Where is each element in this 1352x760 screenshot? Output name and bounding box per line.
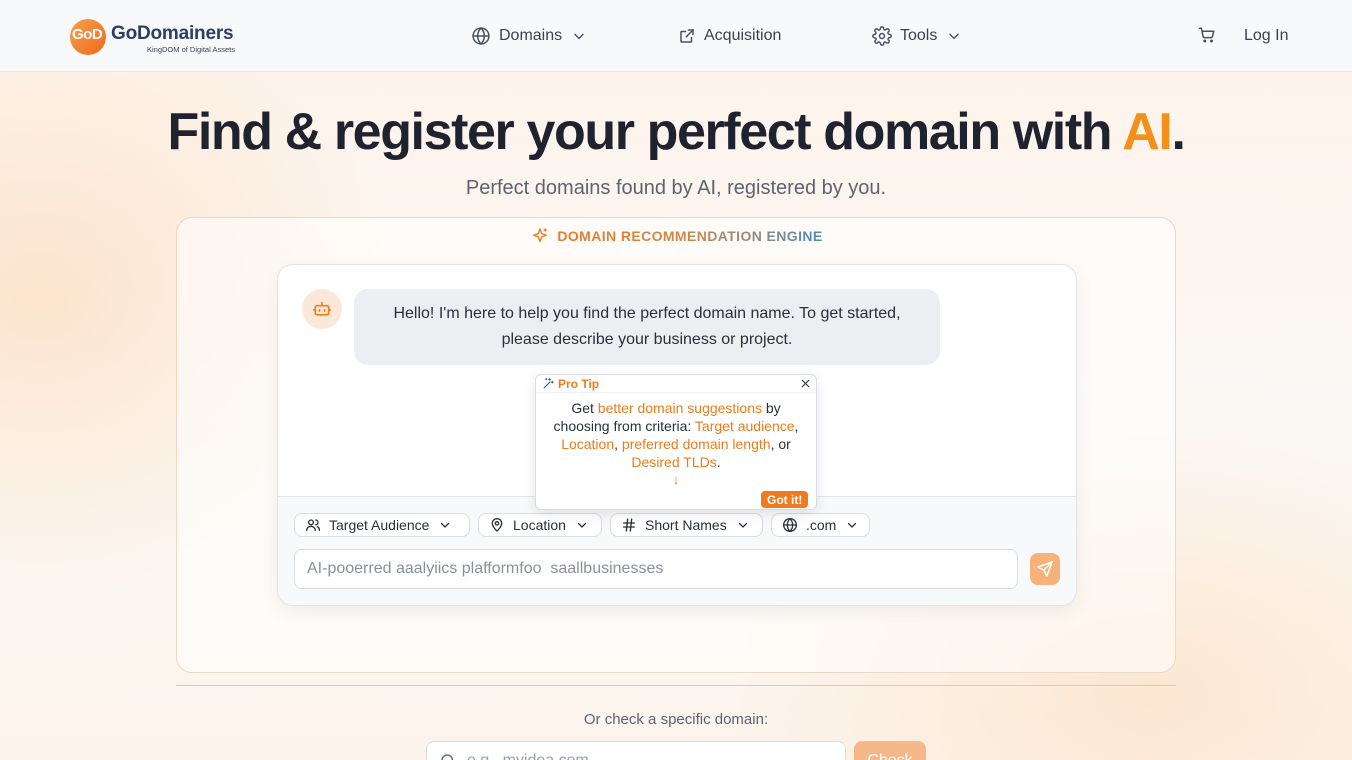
users-icon bbox=[306, 519, 320, 531]
cart-button[interactable] bbox=[1198, 26, 1216, 49]
sparkle-icon bbox=[533, 228, 548, 243]
bot-message: Hello! I'm here to help you find the per… bbox=[354, 289, 940, 365]
nav-acquisition-label: Acquisition bbox=[704, 27, 782, 44]
map-pin-icon bbox=[491, 518, 503, 532]
page-title: Find & register your perfect domain with… bbox=[0, 102, 1352, 162]
chat-composer: Target Audience Location Short Names .co… bbox=[278, 496, 1076, 605]
engine-label-text: DOMAIN RECOMMENDATION ENGINE bbox=[557, 228, 823, 244]
filter-location[interactable]: Location bbox=[478, 513, 602, 537]
tip-text: Get bbox=[571, 400, 598, 416]
chevron-down-icon bbox=[949, 33, 960, 40]
chevron-down-icon bbox=[848, 522, 857, 528]
globe-icon bbox=[783, 517, 797, 533]
nav-domains[interactable]: Domains bbox=[471, 24, 586, 48]
brand-logo[interactable]: GoD GoDomainers KingDOM of Digital Asset… bbox=[70, 17, 240, 57]
tip-highlight: preferred domain length bbox=[621, 436, 771, 452]
check-button[interactable]: Check bbox=[854, 741, 926, 760]
bot-avatar bbox=[302, 289, 342, 329]
close-icon[interactable] bbox=[800, 378, 811, 389]
bot-icon bbox=[312, 301, 332, 316]
pro-tip-title: Pro Tip bbox=[558, 376, 600, 391]
top-navbar: GoD GoDomainers KingDOM of Digital Asset… bbox=[0, 0, 1352, 72]
pro-tip-body: Get better domain suggestions by choosin… bbox=[536, 399, 816, 489]
filter-label: Location bbox=[513, 517, 566, 533]
nav-domains-label: Domains bbox=[499, 27, 563, 44]
tip-highlight: Location bbox=[561, 436, 615, 452]
brand-tagline: KingDOM of Digital Assets bbox=[147, 45, 235, 54]
magic-wand-icon bbox=[543, 378, 554, 389]
search-icon bbox=[441, 754, 454, 760]
title-end: . bbox=[1171, 103, 1185, 161]
chevron-down-icon bbox=[577, 522, 587, 528]
hash-icon bbox=[623, 518, 635, 532]
cart-icon bbox=[1198, 27, 1215, 43]
nav-tools[interactable]: Tools bbox=[872, 24, 961, 48]
tip-text: . bbox=[716, 454, 721, 470]
section-divider bbox=[176, 685, 1176, 686]
tip-highlight: Target audience bbox=[694, 418, 795, 434]
check-domain-field bbox=[426, 741, 846, 760]
business-description-input[interactable] bbox=[294, 549, 1018, 589]
gear-icon bbox=[872, 26, 892, 46]
tip-highlight: Desired TLDs bbox=[631, 454, 717, 470]
chevron-down-icon bbox=[574, 33, 584, 40]
check-domain-input[interactable] bbox=[467, 742, 837, 760]
pro-tip-header: Pro Tip bbox=[536, 375, 816, 393]
check-domain-label: Or check a specific domain: bbox=[583, 711, 769, 728]
external-link-icon bbox=[680, 29, 694, 43]
filter-short-names[interactable]: Short Names bbox=[610, 513, 763, 537]
pro-tip-popover: Pro Tip Get better domain suggestions by… bbox=[535, 374, 817, 510]
tip-text: , or bbox=[770, 436, 791, 452]
filter-label: Target Audience bbox=[329, 517, 430, 533]
filter-label: Short Names bbox=[645, 517, 727, 533]
brand-name: GoDomainers bbox=[111, 23, 234, 44]
tip-text: , bbox=[794, 418, 799, 434]
chevron-down-icon bbox=[441, 522, 450, 528]
chevron-down-icon bbox=[738, 522, 747, 528]
got-it-button[interactable]: Got it! bbox=[761, 491, 809, 508]
globe-icon bbox=[472, 27, 490, 45]
title-accent: AI bbox=[1122, 103, 1173, 161]
logo-mark-text: GoD bbox=[72, 26, 103, 43]
arrow-down-icon: ↓ bbox=[672, 472, 680, 487]
nav-acquisition[interactable]: Acquisition bbox=[678, 24, 781, 48]
tip-text: , bbox=[614, 436, 622, 452]
send-icon bbox=[1037, 561, 1053, 577]
login-link[interactable]: Log In bbox=[1244, 27, 1288, 45]
nav-tools-label: Tools bbox=[900, 27, 938, 44]
engine-label: DOMAIN RECOMMENDATION ENGINE bbox=[177, 227, 1177, 245]
tip-highlight: better domain suggestions bbox=[597, 400, 762, 416]
send-button[interactable] bbox=[1030, 553, 1060, 585]
filter-target-audience[interactable]: Target Audience bbox=[294, 513, 470, 537]
filter-tld[interactable]: .com bbox=[771, 513, 870, 537]
filter-label: .com bbox=[806, 517, 837, 533]
page-subtitle: Perfect domains found by AI, registered … bbox=[465, 177, 887, 199]
title-main: Find & register your perfect domain with bbox=[167, 103, 1123, 161]
